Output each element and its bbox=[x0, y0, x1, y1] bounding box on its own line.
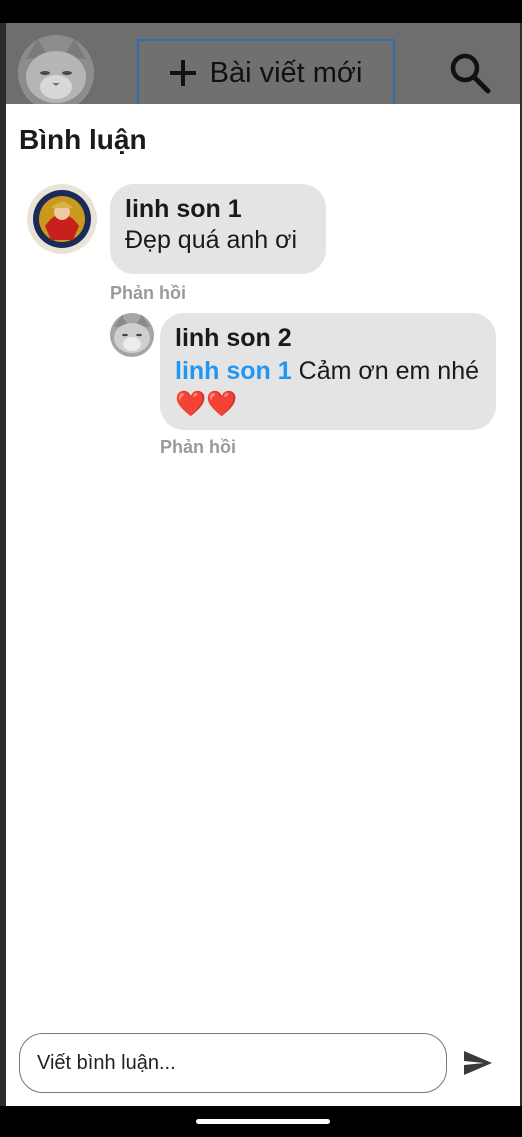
new-post-label: Bài viết mới bbox=[209, 56, 363, 89]
search-icon bbox=[450, 53, 491, 94]
navigation-bar bbox=[0, 1106, 522, 1137]
comment-input[interactable] bbox=[19, 1033, 447, 1093]
comment-author[interactable]: linh son 1 bbox=[125, 195, 311, 224]
cat-avatar-image bbox=[110, 313, 154, 357]
search-button[interactable] bbox=[448, 51, 492, 95]
new-post-button[interactable]: Bài viết mới bbox=[137, 39, 395, 105]
comments-sheet: Bình luận linh son 1 Đẹp quá anh ơi Phản… bbox=[6, 104, 520, 1106]
status-bar bbox=[0, 0, 522, 23]
reply-link[interactable]: Phản hồi bbox=[110, 283, 186, 304]
reply-body: linh son 1 Cảm ơn em nhé ❤️❤️ bbox=[175, 355, 481, 421]
top-app-bar: Bài viết mới bbox=[6, 23, 520, 111]
plus-icon bbox=[169, 60, 196, 86]
home-indicator[interactable] bbox=[196, 1119, 330, 1124]
reply-author[interactable]: linh son 2 bbox=[175, 324, 481, 353]
comment-text: Đẹp quá anh ơi bbox=[125, 226, 298, 254]
cat-avatar-image bbox=[18, 35, 94, 111]
reply-mention[interactable]: linh son 1 bbox=[175, 357, 292, 385]
commenter-avatar[interactable] bbox=[27, 184, 97, 254]
reply-avatar[interactable] bbox=[110, 313, 154, 357]
send-button[interactable] bbox=[462, 1049, 494, 1077]
comment-bubble: linh son 1 Đẹp quá anh ơi bbox=[110, 184, 326, 274]
sheet-title: Bình luận bbox=[19, 124, 147, 155]
app-frame: Bài viết mới Bình luận linh son 1 Đẹp qu… bbox=[0, 23, 522, 1106]
reply-bubble: linh son 2 linh son 1 Cảm ơn em nhé ❤️❤️ bbox=[160, 313, 496, 430]
reply-link[interactable]: Phản hồi bbox=[160, 437, 236, 458]
user-avatar[interactable] bbox=[18, 35, 94, 111]
send-icon bbox=[464, 1051, 492, 1075]
anime-avatar-image bbox=[27, 184, 97, 254]
